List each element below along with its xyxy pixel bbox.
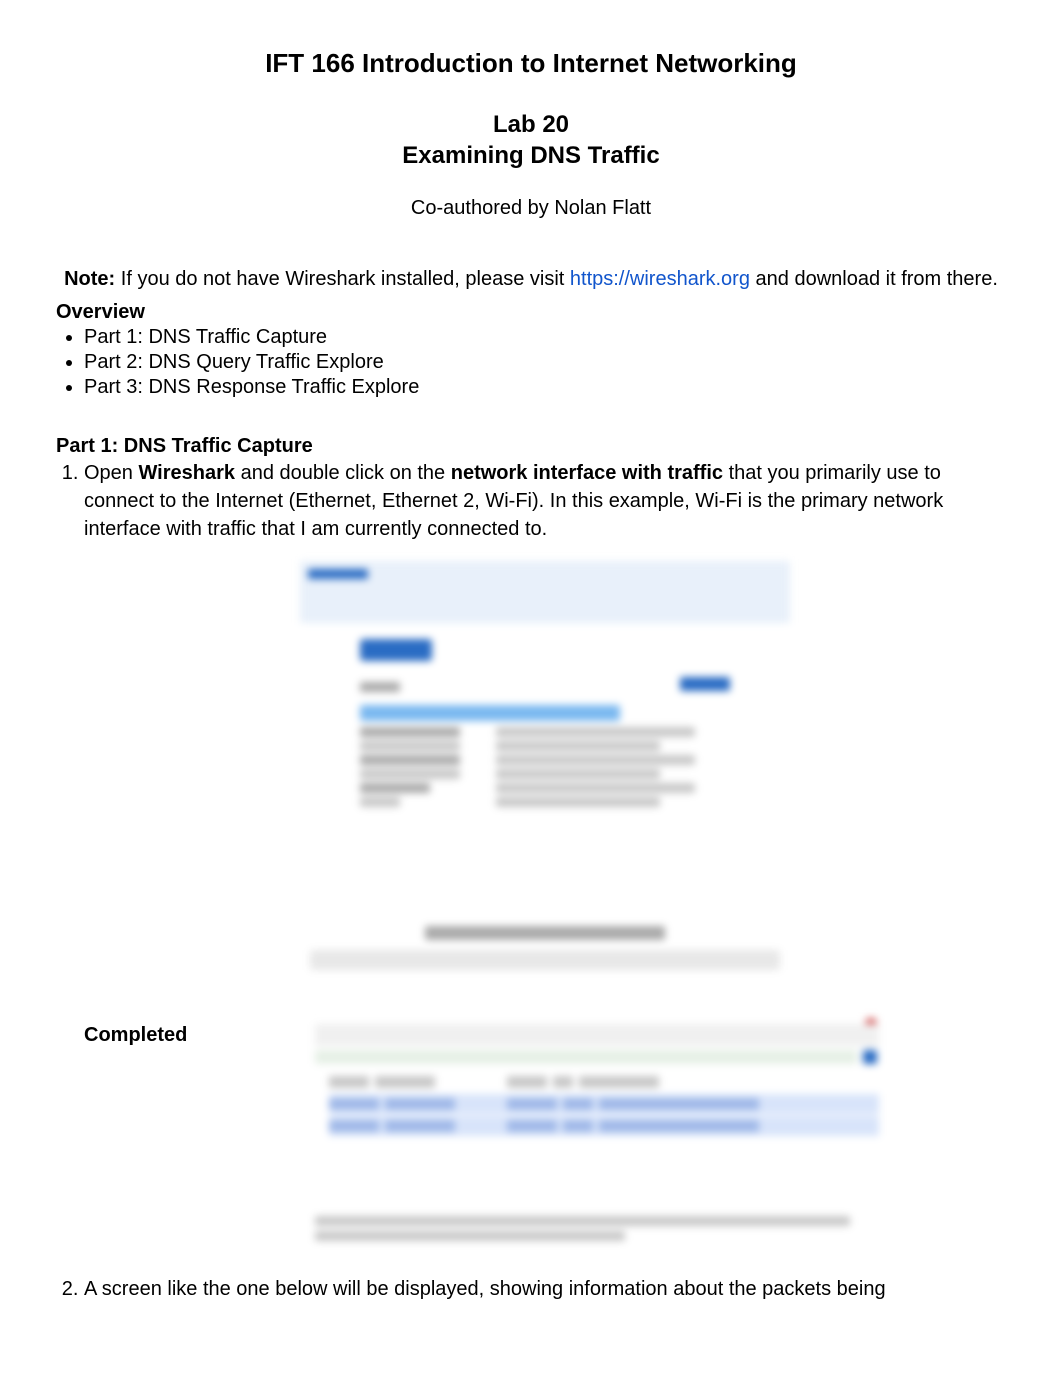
step1-bold2: network interface with traffic [451,462,723,484]
step-2: A screen like the one below will be disp… [84,1276,1006,1304]
wireshark-link[interactable]: https://wireshark.org [570,268,750,290]
lab-title: Lab 20 Examining DNS Traffic [56,109,1006,171]
lab-number: Lab 20 [493,111,569,138]
overview-heading: Overview [56,301,1006,324]
screenshot-1 [300,561,790,1006]
note-text-before: If you do not have Wireshark installed, … [115,268,570,290]
author-line: Co-authored by Nolan Flatt [56,197,1006,220]
note-text-after: and download it from there. [750,268,998,290]
step-1: Open Wireshark and double click on the n… [84,460,1006,1266]
step1-text2: and double click on the [235,462,451,484]
step1-bold1: Wireshark [138,462,235,484]
list-item: Part 3: DNS Response Traffic Explore [84,376,1006,399]
completed-label: Completed [84,1022,187,1050]
screenshot-2 [307,1006,887,1266]
step2-text: A screen like the one below will be disp… [84,1278,886,1300]
note-label: Note: [64,268,115,290]
lab-name: Examining DNS Traffic [402,142,659,169]
course-title: IFT 166 Introduction to Internet Network… [56,48,1006,79]
part1-heading: Part 1: DNS Traffic Capture [56,435,1006,458]
list-item: Part 1: DNS Traffic Capture [84,326,1006,349]
overview-list: Part 1: DNS Traffic Capture Part 2: DNS … [56,326,1006,399]
list-item: Part 2: DNS Query Traffic Explore [84,351,1006,374]
steps-list: Open Wireshark and double click on the n… [56,460,1006,1303]
step1-text: Open [84,462,138,484]
note-paragraph: Note: If you do not have Wireshark insta… [56,266,1006,293]
